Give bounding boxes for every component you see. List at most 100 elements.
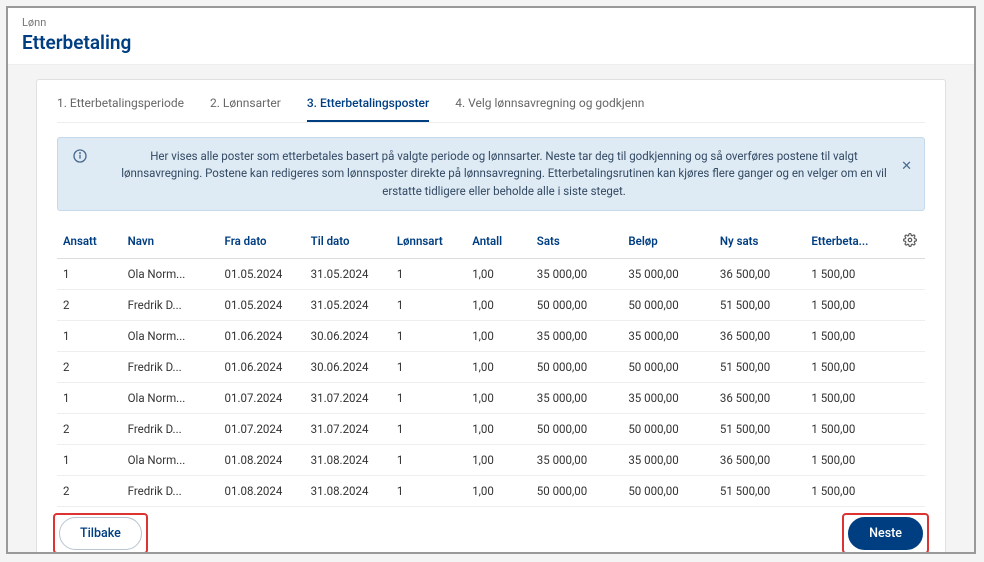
col-lonnsart[interactable]: Lønnsart xyxy=(391,225,466,259)
cell-fra: 01.08.2024 xyxy=(219,475,305,506)
cell-navn: Fredrik D... xyxy=(122,475,219,506)
cell-etter: 1 500,00 xyxy=(805,351,897,382)
cell-antall: 1,00 xyxy=(466,413,531,444)
cell-navn: Ola Norm... xyxy=(122,382,219,413)
table-row[interactable]: 1Ola Norm...01.08.202431.08.202411,0035 … xyxy=(57,444,925,475)
table-row[interactable]: 1Ola Norm...01.07.202431.07.202411,0035 … xyxy=(57,382,925,413)
table-row[interactable]: 1Ola Norm...01.05.202431.05.202411,0035 … xyxy=(57,258,925,289)
cell-antall: 1,00 xyxy=(466,444,531,475)
cell-belop: 35 000,00 xyxy=(622,382,714,413)
cell-til: 31.08.2024 xyxy=(305,475,391,506)
cell-sats: 50 000,00 xyxy=(531,413,623,444)
breadcrumb: Lønn xyxy=(22,16,960,29)
alert-text: Her vises alle poster som etterbetales b… xyxy=(98,148,910,200)
cell-antall: 1,00 xyxy=(466,258,531,289)
cell-lonnsart: 1 xyxy=(391,475,466,506)
cell-ansatt: 1 xyxy=(57,258,122,289)
wizard-card: 1. Etterbetalingsperiode 2. Lønnsarter 3… xyxy=(36,79,946,554)
col-sats[interactable]: Sats xyxy=(531,225,623,259)
cell-nysats: 36 500,00 xyxy=(714,320,806,351)
cell-fra: 01.07.2024 xyxy=(219,413,305,444)
page-title: Etterbetaling xyxy=(22,31,960,54)
cell-til: 31.05.2024 xyxy=(305,289,391,320)
col-ny-sats[interactable]: Ny sats xyxy=(714,225,806,259)
col-antall[interactable]: Antall xyxy=(466,225,531,259)
cell-lonnsart: 1 xyxy=(391,444,466,475)
tab-velg-lonnsavregning[interactable]: 4. Velg lønnsavregning og godkjenn xyxy=(455,90,644,122)
cell-sats: 50 000,00 xyxy=(531,289,623,320)
col-ansatt[interactable]: Ansatt xyxy=(57,225,122,259)
posts-table: Ansatt Navn Fra dato Til dato Lønnsart A… xyxy=(57,225,925,507)
cell-belop: 35 000,00 xyxy=(622,320,714,351)
tab-period[interactable]: 1. Etterbetalingsperiode xyxy=(57,90,184,122)
cell-ansatt: 1 xyxy=(57,320,122,351)
cell-nysats: 51 500,00 xyxy=(714,413,806,444)
cell-sats: 35 000,00 xyxy=(531,320,623,351)
tab-lonnsarter[interactable]: 2. Lønnsarter xyxy=(210,90,281,122)
cell-ansatt: 1 xyxy=(57,444,122,475)
cell-belop: 50 000,00 xyxy=(622,289,714,320)
cell-etter: 1 500,00 xyxy=(805,320,897,351)
cell-lonnsart: 1 xyxy=(391,320,466,351)
col-belop[interactable]: Beløp xyxy=(622,225,714,259)
table-row[interactable]: 2Fredrik D...01.07.202431.07.202411,0050… xyxy=(57,413,925,444)
cell-lonnsart: 1 xyxy=(391,382,466,413)
cell-etter: 1 500,00 xyxy=(805,444,897,475)
cell-fra: 01.05.2024 xyxy=(219,289,305,320)
cell-ansatt: 2 xyxy=(57,475,122,506)
cell-belop: 35 000,00 xyxy=(622,258,714,289)
cell-fra: 01.05.2024 xyxy=(219,258,305,289)
cell-sats: 50 000,00 xyxy=(531,475,623,506)
cell-til: 31.07.2024 xyxy=(305,382,391,413)
cell-sats: 35 000,00 xyxy=(531,258,623,289)
cell-antall: 1,00 xyxy=(466,351,531,382)
page-header: Lønn Etterbetaling xyxy=(8,8,974,65)
cell-etter: 1 500,00 xyxy=(805,382,897,413)
cell-belop: 50 000,00 xyxy=(622,351,714,382)
cell-antall: 1,00 xyxy=(466,475,531,506)
cell-nysats: 51 500,00 xyxy=(714,351,806,382)
cell-ansatt: 2 xyxy=(57,351,122,382)
table-row[interactable]: 2Fredrik D...01.06.202430.06.202411,0050… xyxy=(57,351,925,382)
cell-lonnsart: 1 xyxy=(391,413,466,444)
cell-til: 31.08.2024 xyxy=(305,444,391,475)
next-button[interactable]: Neste xyxy=(848,517,923,550)
cell-antall: 1,00 xyxy=(466,289,531,320)
cell-antall: 1,00 xyxy=(466,382,531,413)
table-row[interactable]: 2Fredrik D...01.05.202431.05.202411,0050… xyxy=(57,289,925,320)
cell-sats: 50 000,00 xyxy=(531,351,623,382)
cell-sats: 35 000,00 xyxy=(531,444,623,475)
cell-lonnsart: 1 xyxy=(391,289,466,320)
cell-nysats: 51 500,00 xyxy=(714,475,806,506)
table-row[interactable]: 1Ola Norm...01.06.202430.06.202411,0035 … xyxy=(57,320,925,351)
cell-til: 31.07.2024 xyxy=(305,413,391,444)
table-row[interactable]: 2Fredrik D...01.08.202431.08.202411,0050… xyxy=(57,475,925,506)
gear-icon[interactable] xyxy=(897,225,925,259)
cell-sats: 35 000,00 xyxy=(531,382,623,413)
cell-fra: 01.08.2024 xyxy=(219,444,305,475)
tab-etterbetalingsposter[interactable]: 3. Etterbetalingsposter xyxy=(307,90,429,122)
col-til-dato[interactable]: Til dato xyxy=(305,225,391,259)
cell-nysats: 36 500,00 xyxy=(714,382,806,413)
cell-nysats: 36 500,00 xyxy=(714,258,806,289)
close-icon[interactable]: ✕ xyxy=(901,160,912,173)
back-button[interactable]: Tilbake xyxy=(59,517,142,550)
cell-ansatt: 1 xyxy=(57,382,122,413)
col-navn[interactable]: Navn xyxy=(122,225,219,259)
cell-etter: 1 500,00 xyxy=(805,258,897,289)
cell-fra: 01.06.2024 xyxy=(219,320,305,351)
cell-etter: 1 500,00 xyxy=(805,413,897,444)
col-fra-dato[interactable]: Fra dato xyxy=(219,225,305,259)
cell-til: 30.06.2024 xyxy=(305,351,391,382)
cell-fra: 01.07.2024 xyxy=(219,382,305,413)
col-etterbetaling[interactable]: Etterbeta... xyxy=(805,225,897,259)
cell-lonnsart: 1 xyxy=(391,258,466,289)
wizard-footer: Tilbake Neste xyxy=(57,517,925,550)
cell-nysats: 51 500,00 xyxy=(714,289,806,320)
cell-navn: Ola Norm... xyxy=(122,258,219,289)
cell-nysats: 36 500,00 xyxy=(714,444,806,475)
cell-fra: 01.06.2024 xyxy=(219,351,305,382)
cell-navn: Fredrik D... xyxy=(122,289,219,320)
cell-lonnsart: 1 xyxy=(391,351,466,382)
cell-belop: 50 000,00 xyxy=(622,475,714,506)
